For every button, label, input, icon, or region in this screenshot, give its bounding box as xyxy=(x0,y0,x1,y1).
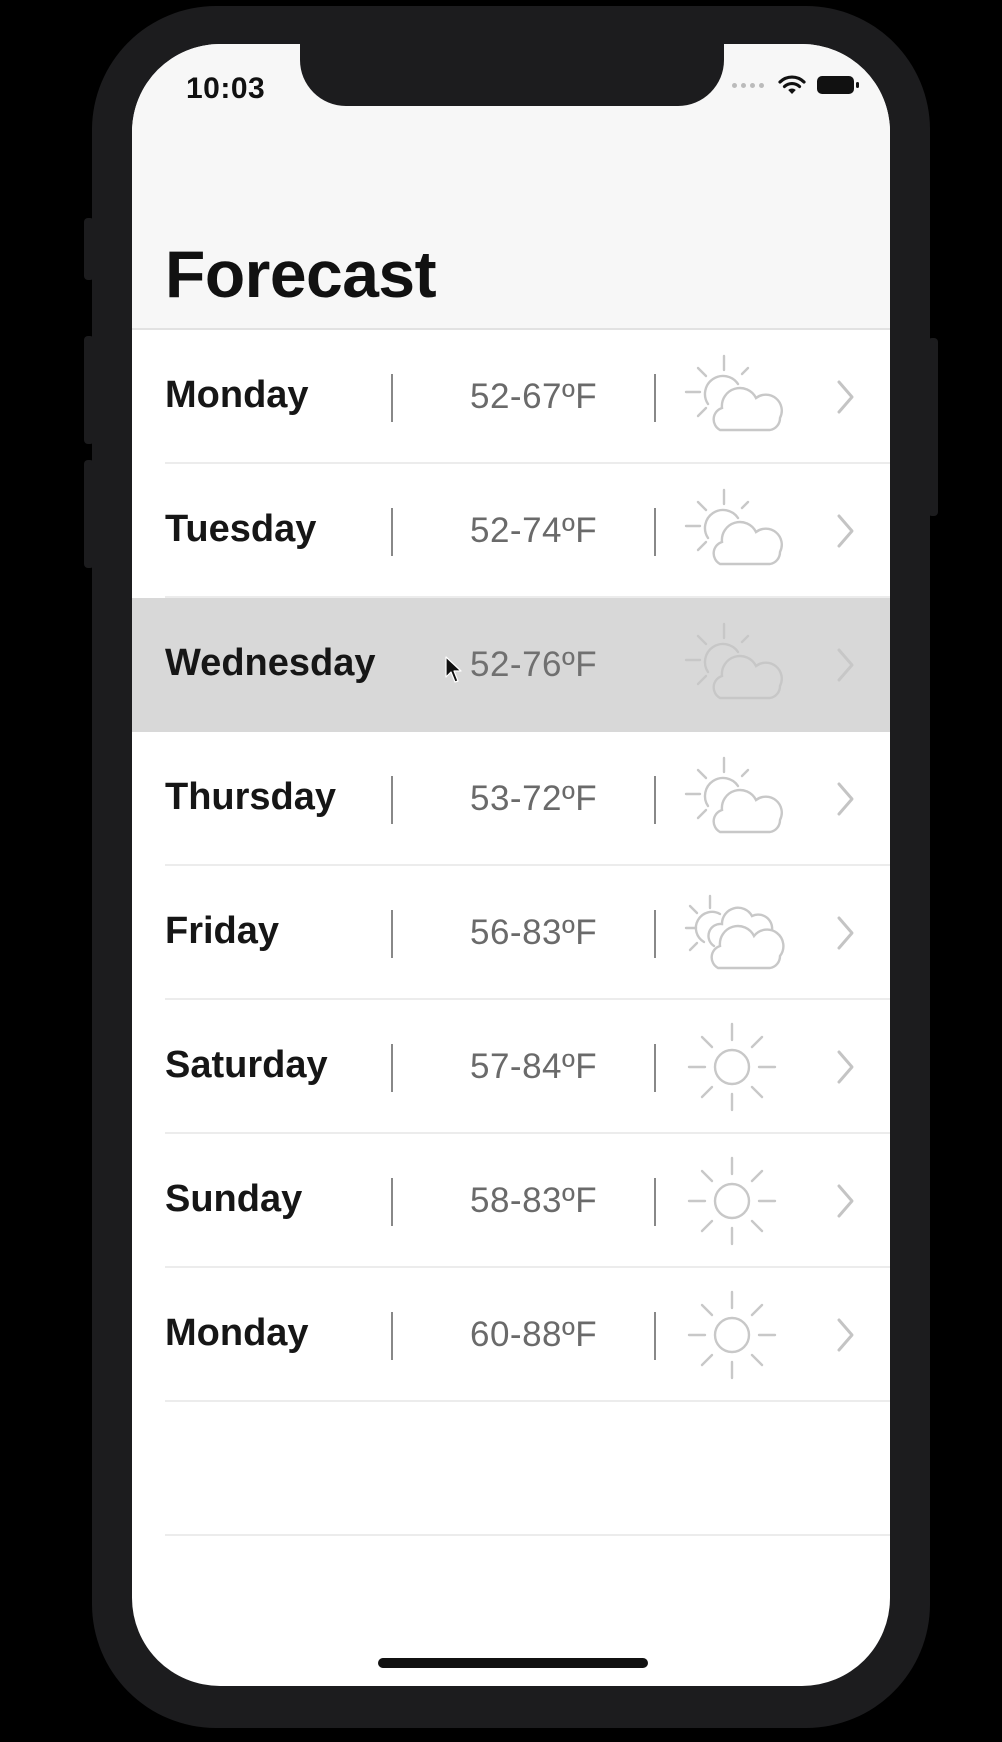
chevron-right-icon xyxy=(837,514,854,548)
partly-cloudy-icon xyxy=(684,488,783,566)
day-label: Thursday xyxy=(165,776,337,818)
power-button xyxy=(928,338,938,516)
chevron-right-icon xyxy=(837,782,854,816)
day-label: Monday xyxy=(165,374,309,416)
divider xyxy=(654,776,656,824)
partly-cloudy-icon xyxy=(684,756,783,834)
divider xyxy=(391,374,393,422)
temperature-range: 53-72ºF xyxy=(470,779,598,818)
status-icons xyxy=(732,74,860,96)
sun-icon xyxy=(687,1156,777,1246)
divider xyxy=(391,1312,393,1360)
divider xyxy=(391,910,393,958)
signal-dots-icon xyxy=(732,82,764,88)
partly-cloudy-icon xyxy=(684,622,783,700)
mostly-cloudy-icon xyxy=(684,894,785,970)
divider xyxy=(654,508,656,556)
screen: Forecast 10:03 Monday 52-67ºF Tuesday 52… xyxy=(132,44,890,1686)
sun-icon xyxy=(687,1290,777,1380)
sun-icon xyxy=(687,1022,777,1112)
chevron-right-icon xyxy=(837,1318,854,1352)
empty-list-row xyxy=(132,1402,890,1536)
temperature-range: 52-74ºF xyxy=(470,511,598,550)
temperature-range: 57-84ºF xyxy=(470,1047,598,1086)
notch xyxy=(300,44,724,106)
divider xyxy=(391,508,393,556)
day-label: Monday xyxy=(165,1312,309,1354)
divider xyxy=(391,1044,393,1092)
forecast-row-selected[interactable]: Wednesday 52-76ºF xyxy=(132,598,890,732)
chevron-right-icon xyxy=(837,916,854,950)
temperature-range: 58-83ºF xyxy=(470,1181,598,1220)
volume-down-button xyxy=(84,460,94,568)
day-label: Tuesday xyxy=(165,508,317,550)
chevron-right-icon xyxy=(837,380,854,414)
forecast-row[interactable]: Monday 60-88ºF xyxy=(132,1268,890,1402)
home-indicator[interactable] xyxy=(378,1658,648,1668)
temperature-range: 52-76ºF xyxy=(470,645,598,684)
temperature-range: 52-67ºF xyxy=(470,377,598,416)
divider xyxy=(654,1044,656,1092)
mouse-pointer-icon xyxy=(445,656,462,683)
forecast-row[interactable]: Saturday 57-84ºF xyxy=(132,1000,890,1134)
temperature-range: 60-88ºF xyxy=(470,1315,598,1354)
chevron-right-icon xyxy=(837,1050,854,1084)
chevron-right-icon xyxy=(837,1184,854,1218)
forecast-row[interactable]: Tuesday 52-74ºF xyxy=(132,464,890,598)
forecast-row[interactable]: Thursday 53-72ºF xyxy=(132,732,890,866)
chevron-right-icon xyxy=(837,648,854,682)
divider xyxy=(654,374,656,422)
forecast-row[interactable]: Friday 56-83ºF xyxy=(132,866,890,1000)
forecast-row[interactable]: Monday 52-67ºF xyxy=(132,330,890,464)
mute-switch xyxy=(84,218,94,280)
divider xyxy=(654,1178,656,1226)
day-label: Friday xyxy=(165,910,280,952)
wifi-icon xyxy=(778,75,806,94)
divider xyxy=(391,776,393,824)
volume-up-button xyxy=(84,336,94,444)
divider xyxy=(391,1178,393,1226)
day-label: Sunday xyxy=(165,1178,303,1220)
status-time: 10:03 xyxy=(186,72,266,105)
divider xyxy=(654,910,656,958)
day-label: Saturday xyxy=(165,1044,328,1086)
forecast-row[interactable]: Sunday 58-83ºF xyxy=(132,1134,890,1268)
forecast-list: Monday 52-67ºF Tuesday 52-74ºF Wednesday… xyxy=(132,330,890,1536)
partly-cloudy-icon xyxy=(684,354,783,432)
page-title: Forecast xyxy=(165,237,437,311)
temperature-range: 56-83ºF xyxy=(470,913,598,952)
day-label: Wednesday xyxy=(165,642,376,684)
battery-icon xyxy=(817,76,859,94)
divider xyxy=(654,1312,656,1360)
